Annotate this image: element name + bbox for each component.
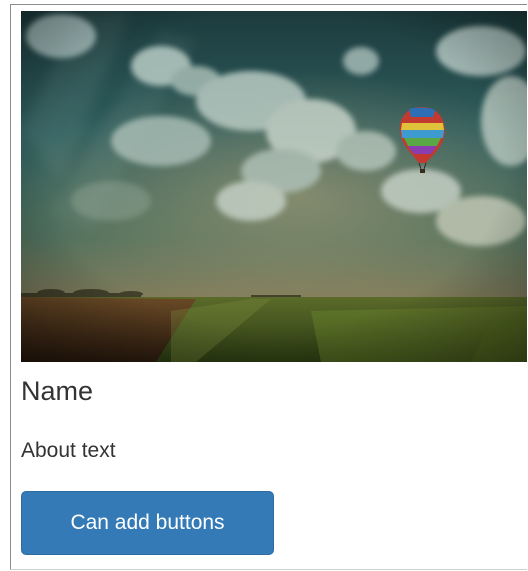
card-image xyxy=(21,11,527,362)
landscape-image xyxy=(21,11,527,362)
card-action-button[interactable]: Can add buttons xyxy=(21,491,274,555)
card-about-text: About text xyxy=(21,439,116,462)
card: Name About text Can add buttons xyxy=(10,4,527,570)
card-title: Name xyxy=(21,376,94,406)
